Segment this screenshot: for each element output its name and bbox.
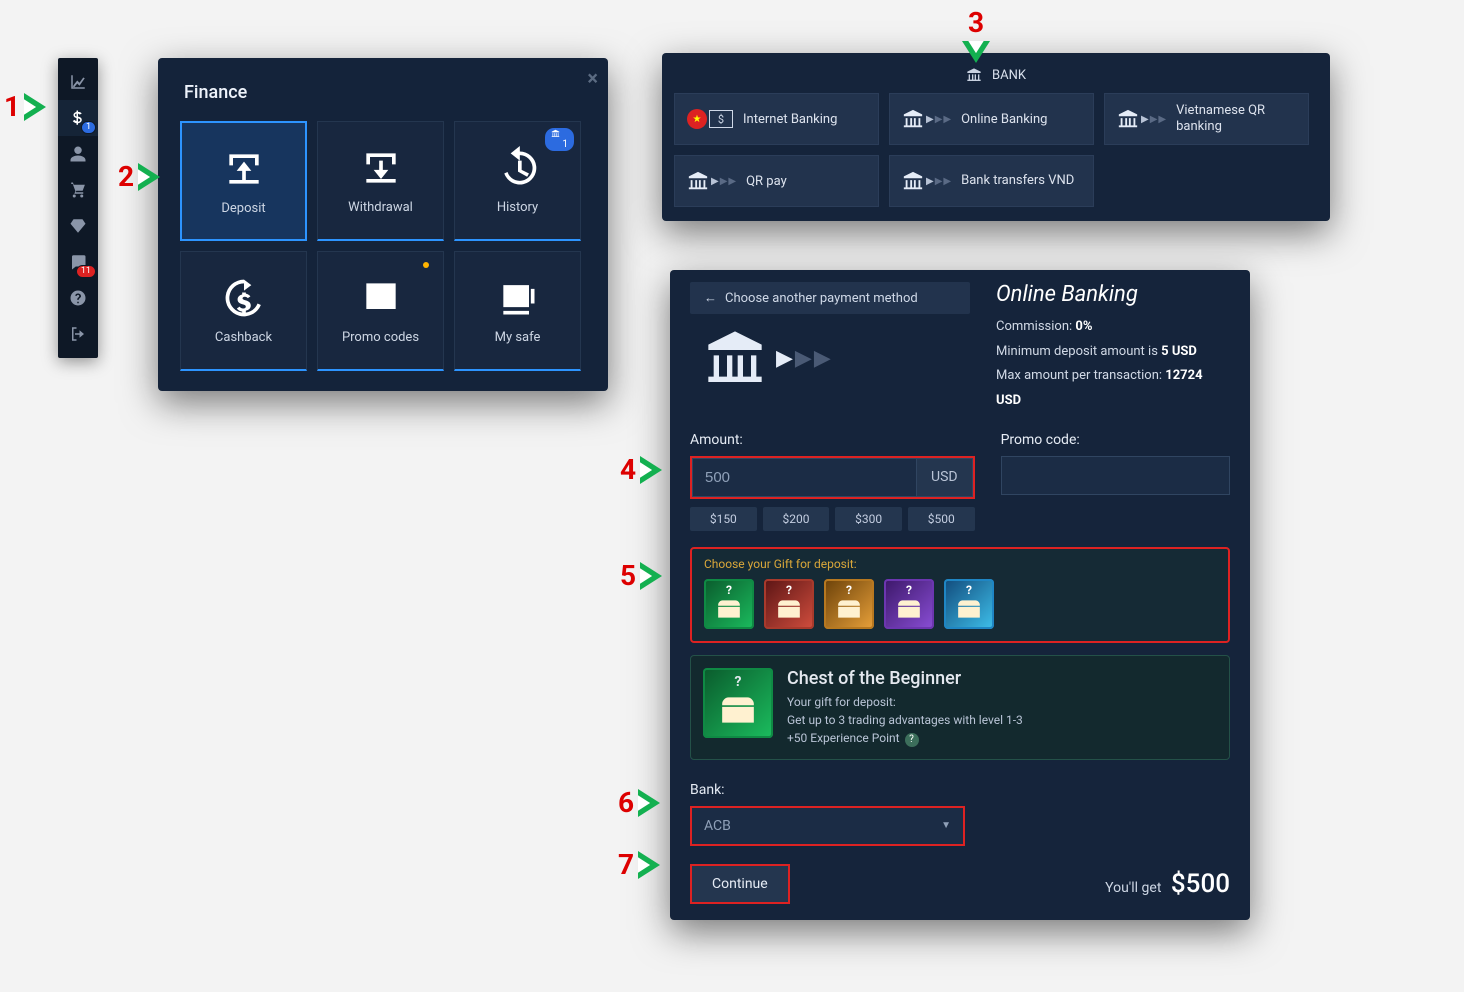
sidebar-logout[interactable] [58,316,98,352]
bank-icon [700,326,770,390]
back-button[interactable]: ←Choose another payment method [690,282,970,314]
step-marker-3: 3 [962,6,990,63]
continue-button[interactable]: Continue [690,864,790,904]
tile-withdrawal[interactable]: Withdrawal [317,121,444,241]
flag-icon: ★ [687,109,707,129]
you-get: You'll get $500 [1105,869,1230,899]
gift-title: Chest of the Beginner [787,668,1023,689]
gift-chest-preview [703,668,773,738]
step-marker-6: 6 [618,786,660,819]
bank-icon [902,108,924,130]
chip-500[interactable]: $500 [908,507,975,531]
gift-chest-orange[interactable] [824,579,874,629]
arrows-icon: ▶▶▶ [926,176,951,187]
tile-my-safe[interactable]: My safe [454,251,581,371]
method-vietnamese-qr[interactable]: ▶▶▶ Vietnamese QR banking [1104,93,1309,145]
promo-label: Promo code: [1001,432,1230,448]
method-title: Online Banking [996,282,1230,307]
method-online-banking[interactable]: ▶▶▶ Online Banking [889,93,1094,145]
sidebar-help[interactable] [58,280,98,316]
panel-title: Finance [184,82,586,103]
chip-200[interactable]: $200 [763,507,830,531]
amount-label: Amount: [690,432,975,448]
bank-icon [902,170,924,192]
arrows-icon: ▶▶▶ [776,346,831,371]
arrows-icon: ▶▶▶ [1141,114,1166,125]
bank-panel: BANK ★$ Internet Banking ▶▶▶ Online Bank… [662,53,1330,221]
gift-section: Choose your Gift for deposit: [690,547,1230,643]
close-icon[interactable]: × [587,66,598,90]
gift-chest-purple[interactable] [884,579,934,629]
tile-deposit[interactable]: Deposit [180,121,307,241]
bank-heading: BANK [674,63,1318,93]
gift-chest-red[interactable] [764,579,814,629]
monitor-icon: $ [709,110,733,128]
notification-dot [423,262,429,268]
step-marker-4: 4 [620,453,662,486]
amount-field: USD [690,456,975,499]
info-icon[interactable]: ? [905,733,919,747]
arrow-left-icon: ← [704,290,717,306]
tile-promo-codes[interactable]: Promo codes [317,251,444,371]
badge: 11 [76,265,96,278]
method-qr-pay[interactable]: ▶▶▶ QR pay [674,155,879,207]
method-info: Commission: 0% Minimum deposit amount is… [996,315,1230,414]
tile-cashback[interactable]: Cashback [180,251,307,371]
gift-detail: Chest of the Beginner Your gift for depo… [690,655,1230,760]
tile-history[interactable]: 1History [454,121,581,241]
step-marker-1: 1 [4,90,46,123]
chip-150[interactable]: $150 [690,507,757,531]
currency-label: USD [917,458,973,497]
deposit-panel: ←Choose another payment method ▶▶▶ Onlin… [670,270,1250,920]
promo-input[interactable] [1001,456,1230,495]
arrows-icon: ▶▶▶ [711,176,736,187]
finance-panel: × Finance Deposit Withdrawal 1History Ca… [158,58,608,391]
sidebar-diamond[interactable] [58,208,98,244]
bank-icon [687,170,709,192]
sidebar: 1 11 [58,58,98,358]
method-internet-banking[interactable]: ★$ Internet Banking [674,93,879,145]
bank-label: Bank: [690,782,965,798]
badge: 1 [545,128,574,151]
badge: 1 [81,121,96,134]
method-bank-transfer-vnd[interactable]: ▶▶▶ Bank transfers VND [889,155,1094,207]
chip-300[interactable]: $300 [835,507,902,531]
sidebar-cart[interactable] [58,172,98,208]
step-marker-2: 2 [118,160,160,193]
sidebar-chat[interactable]: 11 [58,244,98,280]
sidebar-user[interactable] [58,136,98,172]
bank-icon [966,67,982,83]
method-illustration: ▶▶▶ [700,326,970,390]
chevron-down-icon: ▼ [941,820,951,831]
gift-label: Choose your Gift for deposit: [704,557,1216,571]
gift-chest-blue[interactable] [944,579,994,629]
bank-icon [1117,108,1139,130]
sidebar-finance[interactable]: 1 [58,100,98,136]
bank-select[interactable]: ACB ▼ [690,806,965,846]
arrows-icon: ▶▶▶ [926,114,951,125]
step-marker-5: 5 [620,559,662,592]
sidebar-chart[interactable] [58,64,98,100]
gift-chest-green[interactable] [704,579,754,629]
amount-input[interactable] [692,458,917,497]
step-marker-7: 7 [618,848,660,881]
